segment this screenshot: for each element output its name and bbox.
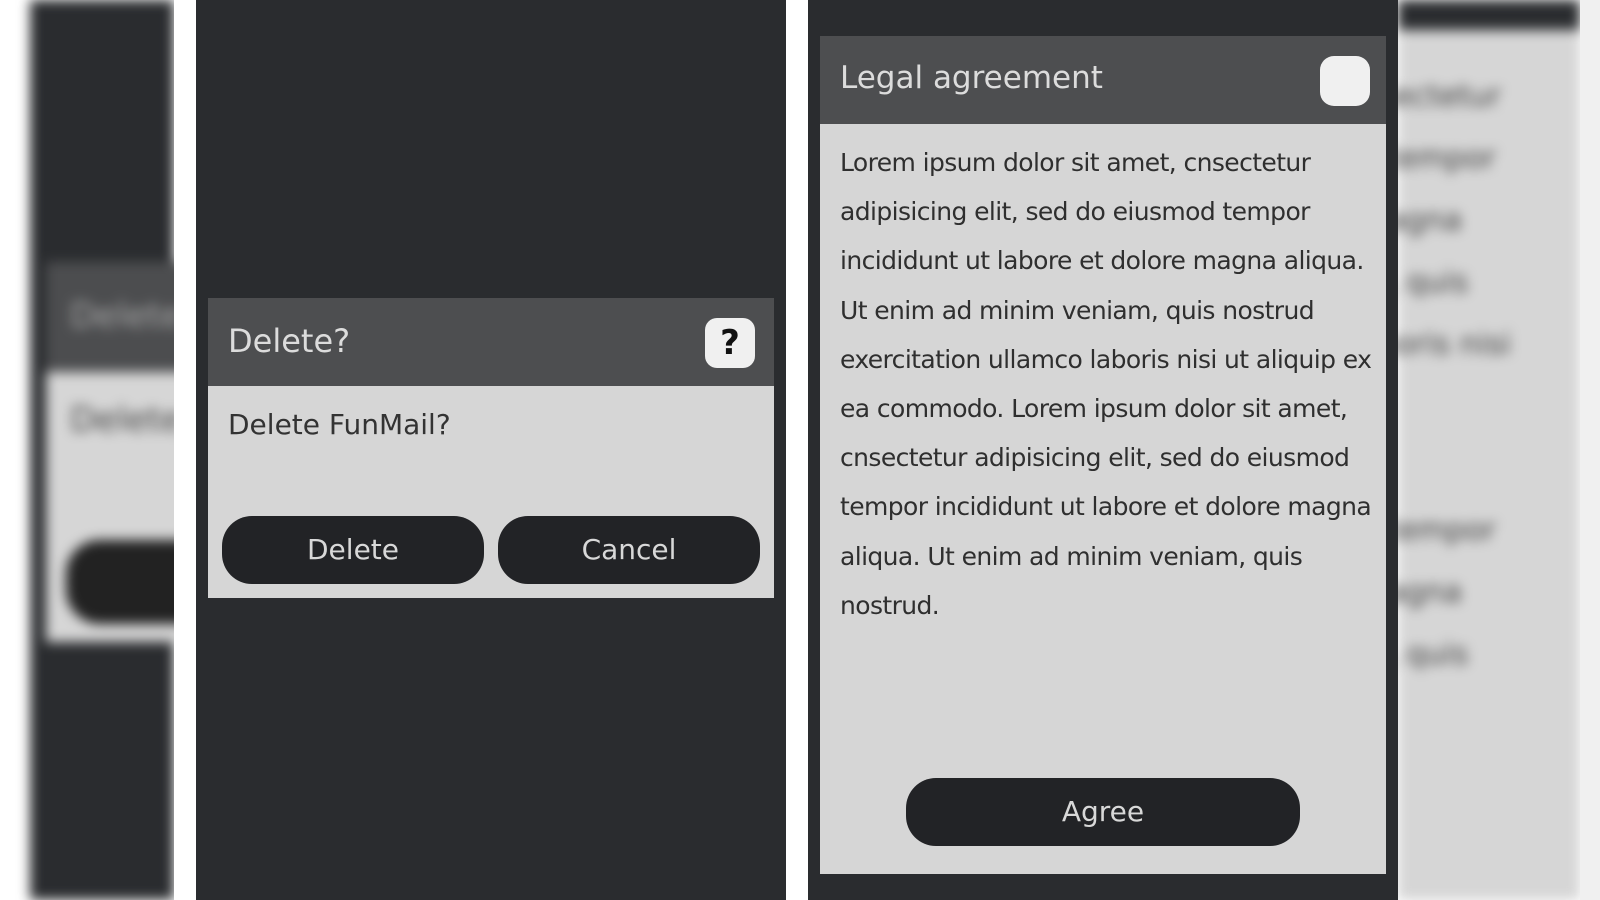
- delete-button[interactable]: Delete: [222, 516, 484, 584]
- legal-dialog-title: Legal agreement: [840, 60, 1103, 96]
- agree-button[interactable]: Agree: [906, 778, 1300, 846]
- delete-dialog-message: Delete FunMail?: [228, 408, 451, 441]
- cancel-button[interactable]: Cancel: [498, 516, 760, 584]
- delete-dialog-header: Delete? ?: [208, 298, 774, 386]
- legal-agreement-screen: Legal agreement Lorem ipsum dolor sit am…: [808, 0, 1398, 900]
- delete-dialog-screen: Delete? ? Delete FunMail? Delete Cancel: [196, 0, 786, 900]
- right-preview-content: nsectetur d tempor magna m, quis aboris …: [1398, 0, 1580, 900]
- left-preview-button: [66, 540, 174, 624]
- left-preview-content: Delete Delete: [30, 0, 174, 900]
- legal-agreement-dialog: Legal agreement Lorem ipsum dolor sit am…: [820, 36, 1386, 874]
- right-preview-text: nsectetur d tempor magna m, quis aboris …: [1398, 79, 1511, 672]
- rounded-square-icon[interactable]: [1320, 56, 1370, 106]
- left-preview-title: Delete: [70, 296, 174, 336]
- question-icon[interactable]: ?: [705, 318, 755, 368]
- right-preview-edge: [1580, 0, 1600, 900]
- screen-bottom-bar: [808, 874, 1398, 900]
- delete-dialog-title: Delete?: [228, 322, 351, 360]
- left-preview-message: Delete: [70, 400, 174, 440]
- left-preview-screen: Delete Delete: [0, 0, 174, 900]
- right-preview-top-bar: [1398, 0, 1580, 30]
- legal-agreement-text: Lorem ipsum dolor sit amet, cnsectetur a…: [840, 148, 1372, 620]
- delete-dialog: Delete? ? Delete FunMail? Delete Cancel: [208, 298, 774, 598]
- legal-dialog-header: Legal agreement: [820, 36, 1386, 124]
- right-preview-screen: nsectetur d tempor magna m, quis aboris …: [1398, 0, 1600, 900]
